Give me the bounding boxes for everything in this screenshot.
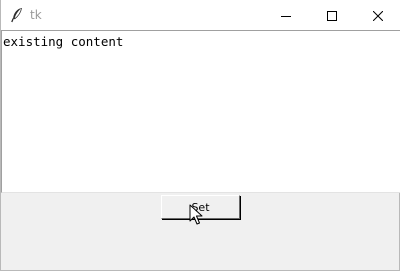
maximize-button[interactable] [309,0,355,30]
feather-icon [10,7,24,23]
window-title: tk [30,8,42,22]
minimize-button[interactable] [263,0,309,30]
maximize-icon [327,6,337,25]
close-button[interactable] [355,0,400,30]
tk-window: tk existing content Set [0,0,400,271]
title-bar[interactable]: tk [1,0,400,30]
close-icon [372,6,384,25]
set-button[interactable]: Set [161,195,240,219]
minimize-icon [281,6,291,25]
text-area[interactable]: existing content [1,30,400,193]
